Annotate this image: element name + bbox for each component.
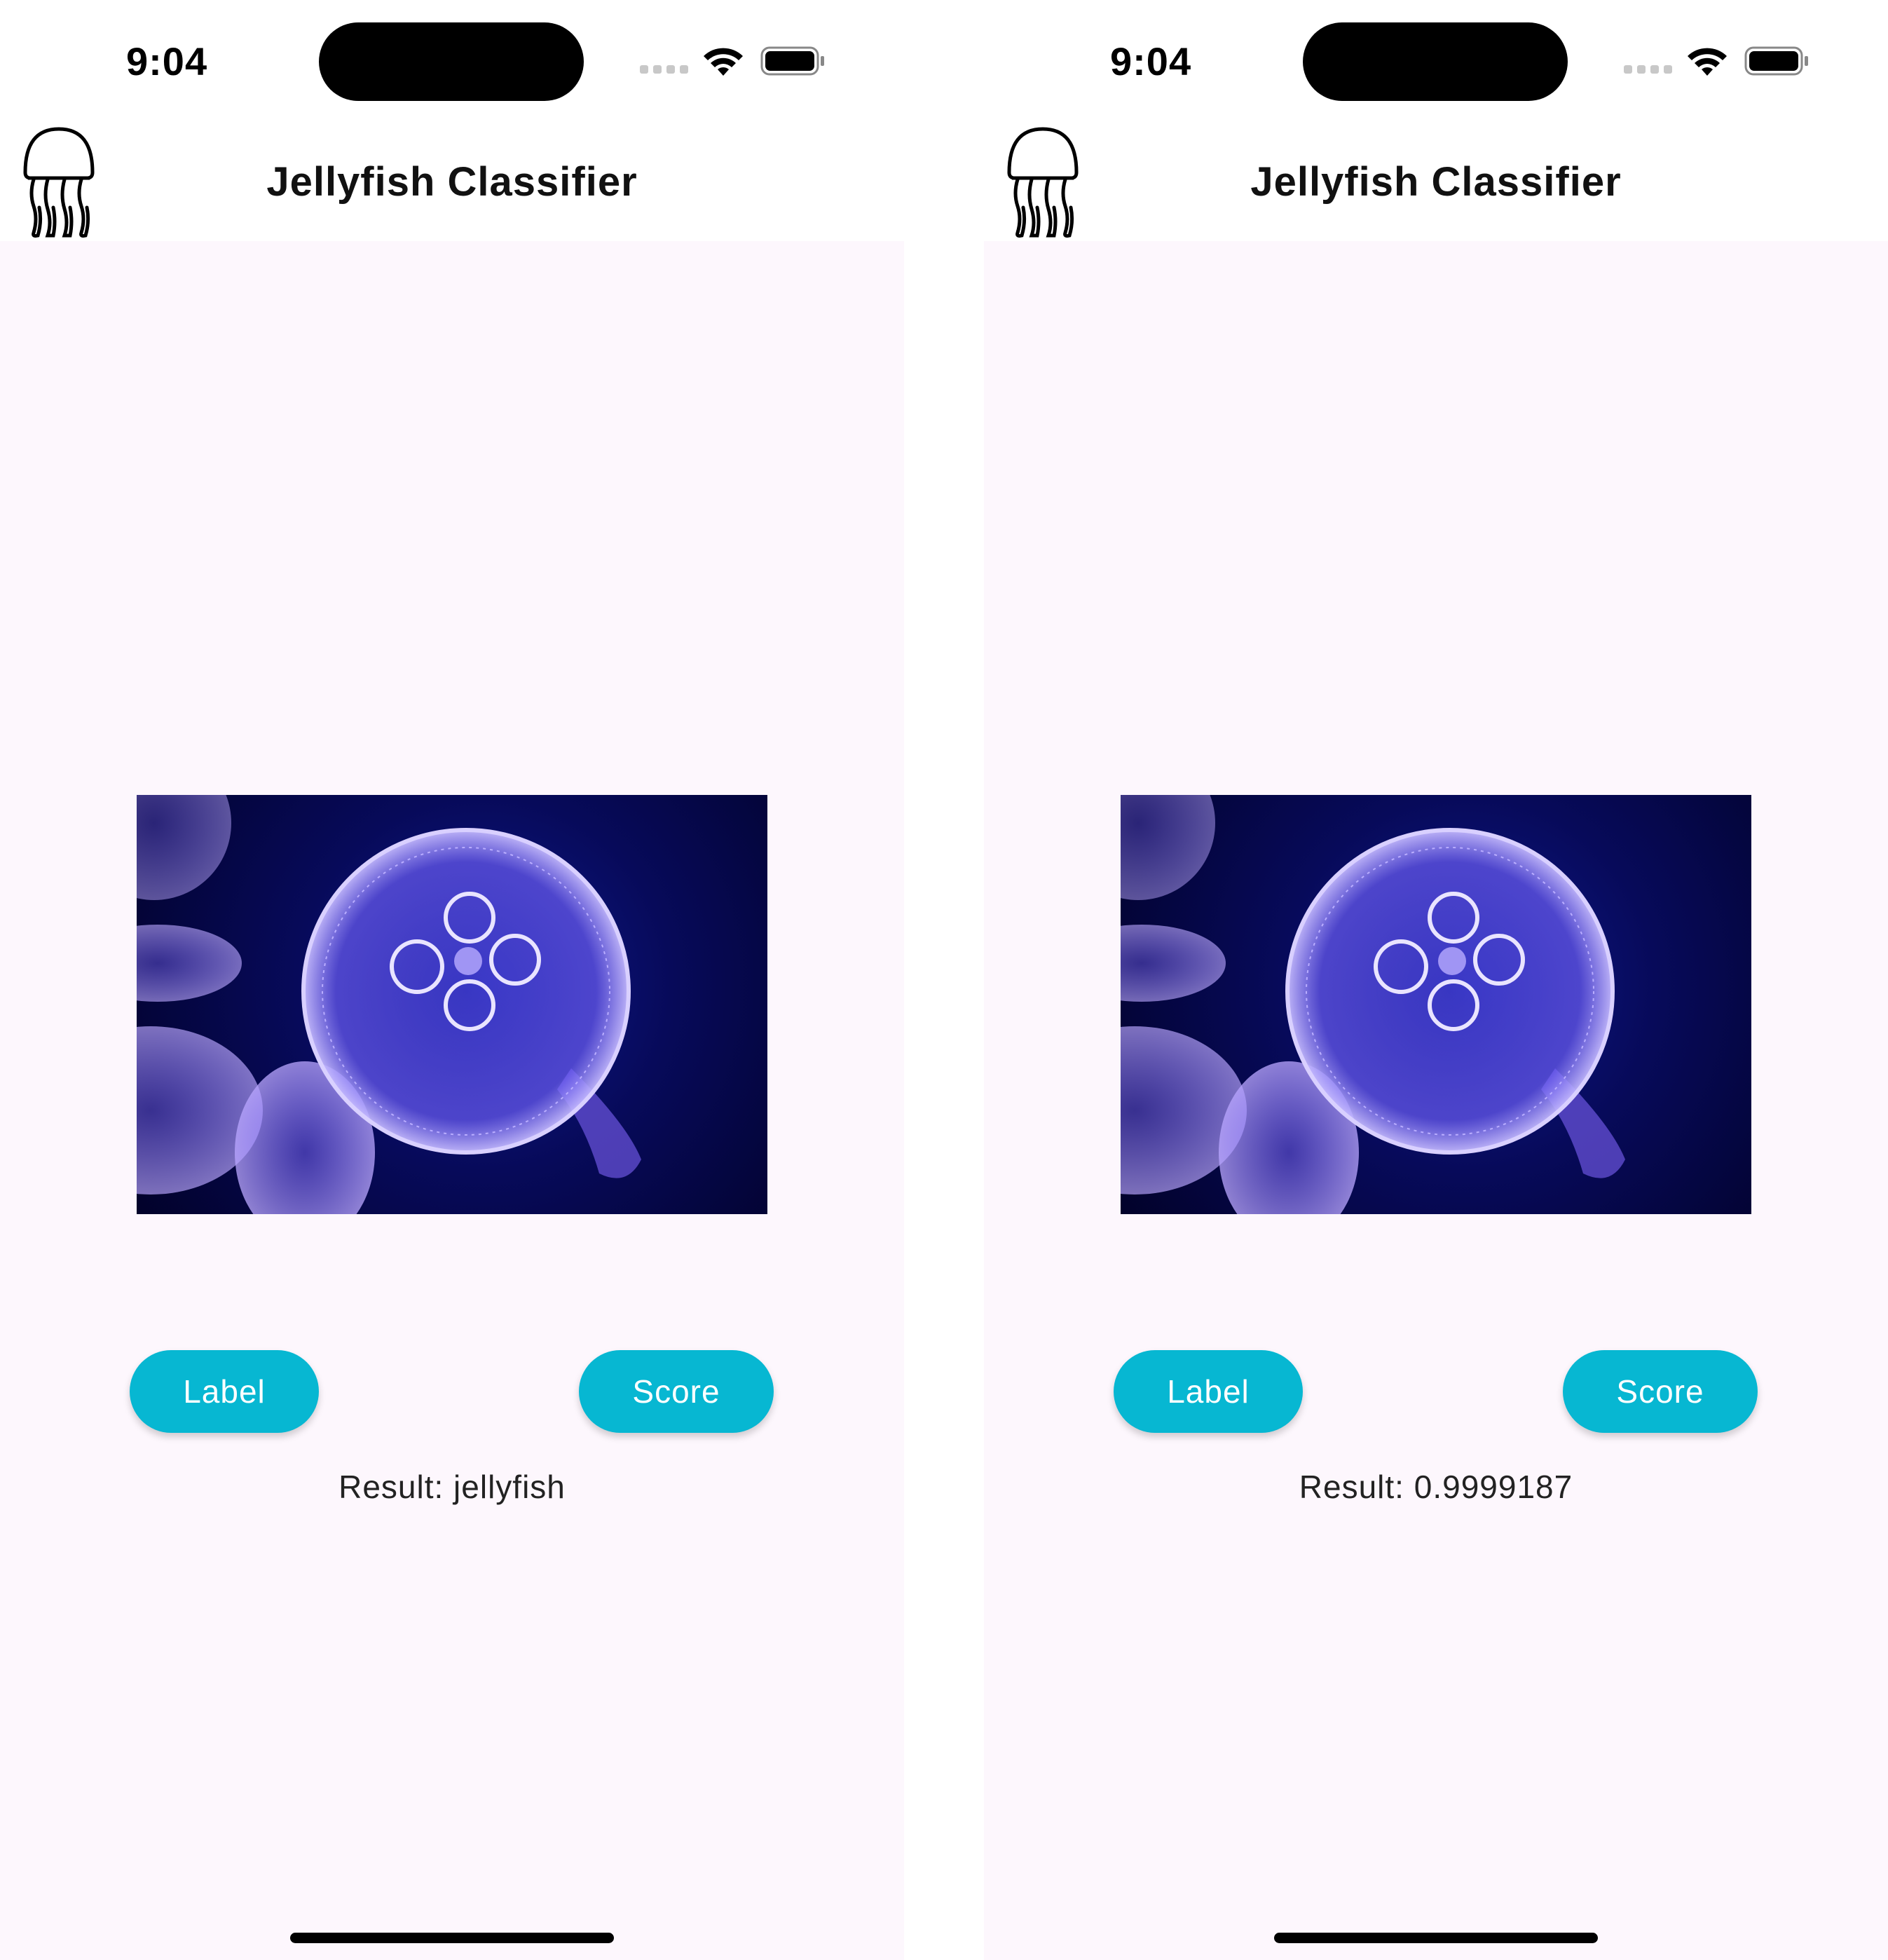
jellyfish-photo <box>1121 795 1751 1214</box>
battery-icon <box>1744 46 1808 76</box>
result-text: Result: jellyfish <box>338 1469 566 1505</box>
screens-container: 9:04 Jellyfish Classifier Label Score Re… <box>0 0 1888 1960</box>
battery-icon <box>760 46 824 76</box>
status-time: 9:04 <box>1110 39 1192 83</box>
score-button[interactable]: Score <box>1563 1350 1758 1433</box>
label-button[interactable]: Label <box>1114 1350 1303 1433</box>
status-bar: 9:04 <box>0 0 904 112</box>
app-title: Jellyfish Classifier <box>1250 159 1622 205</box>
label-button[interactable]: Label <box>130 1350 319 1433</box>
phone-screen-label-result: 9:04 Jellyfish Classifier Label Score Re… <box>0 0 904 1960</box>
home-indicator[interactable] <box>1274 1933 1598 1943</box>
dynamic-island <box>319 22 584 101</box>
status-time: 9:04 <box>126 39 208 83</box>
app-bar: Jellyfish Classifier <box>0 112 904 241</box>
result-text: Result: 0.9999187 <box>1299 1469 1573 1505</box>
cellular-signal-icon <box>1624 65 1673 74</box>
wifi-icon <box>704 48 743 76</box>
status-bar: 9:04 <box>984 0 1888 112</box>
wifi-icon <box>1688 48 1727 76</box>
dynamic-island <box>1303 22 1568 101</box>
score-button[interactable]: Score <box>579 1350 774 1433</box>
home-indicator[interactable] <box>290 1933 614 1943</box>
phone-screen-score-result: 9:04 Jellyfish Classifier Label Score Re… <box>984 0 1888 1960</box>
cellular-signal-icon <box>640 65 689 74</box>
jellyfish-photo <box>137 795 767 1214</box>
app-title: Jellyfish Classifier <box>266 159 638 205</box>
app-bar: Jellyfish Classifier <box>984 112 1888 241</box>
